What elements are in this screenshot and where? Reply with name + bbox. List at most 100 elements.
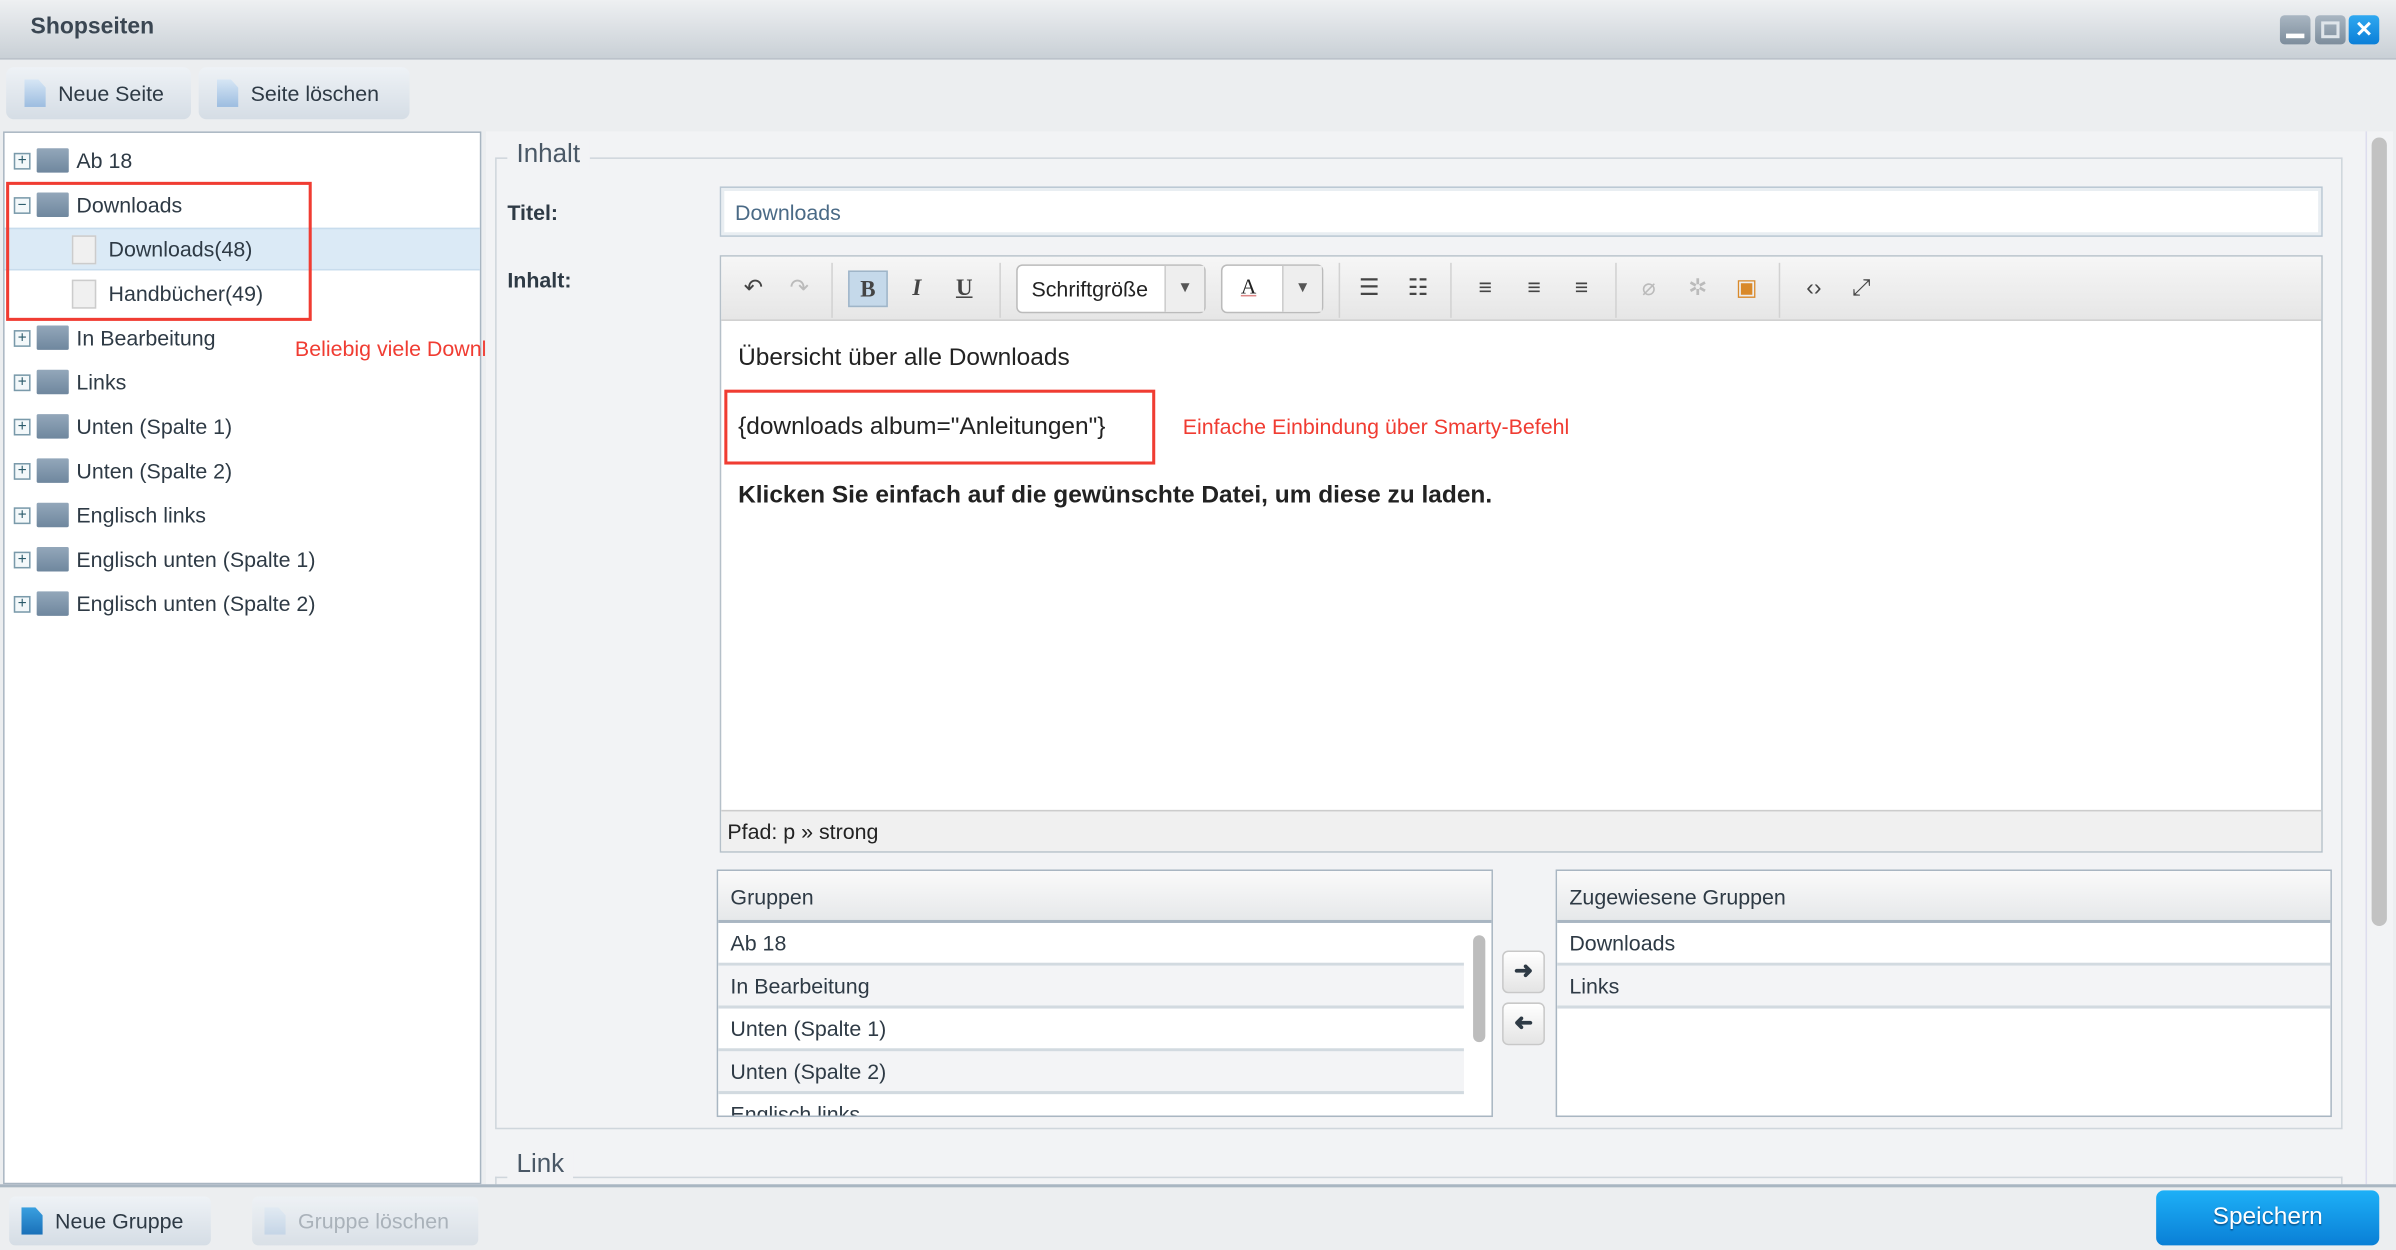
group-item[interactable]: In Bearbeitung xyxy=(718,965,1464,1009)
group-item[interactable]: Unten (Spalte 2) xyxy=(718,1051,1464,1095)
font-size-select[interactable]: Schriftgröße ▼ xyxy=(1016,264,1206,314)
content-line-1: Übersicht über alle Downloads xyxy=(738,345,1070,372)
group-item[interactable]: Unten (Spalte 1) xyxy=(718,1009,1464,1052)
groups-header: Gruppen xyxy=(718,871,1492,923)
folder-icon xyxy=(36,325,69,350)
source-code-icon[interactable]: ‹› xyxy=(1794,270,1834,307)
close-button[interactable]: ✕ xyxy=(2348,15,2380,45)
new-page-label: Neue Seite xyxy=(58,80,164,106)
delete-group-icon xyxy=(264,1207,286,1235)
redo-icon[interactable]: ↷ xyxy=(779,270,819,307)
font-color-select[interactable]: A ▼ xyxy=(1220,264,1324,314)
expand-icon[interactable]: + xyxy=(13,373,31,391)
assigned-group-item[interactable]: Links xyxy=(1557,965,2331,1009)
tree-label: Englisch unten (Spalte 1) xyxy=(76,547,316,572)
new-group-icon xyxy=(21,1207,43,1235)
annotation-smarty: Einfache Einbindung über Smarty-Befehl xyxy=(1182,414,1570,439)
underline-icon[interactable]: U xyxy=(944,270,984,307)
groups-list: Gruppen Ab 18 In Bearbeitung Unten (Spal… xyxy=(716,869,1493,1118)
expand-icon[interactable]: + xyxy=(13,417,31,435)
group-item[interactable]: Englisch links xyxy=(718,1094,1464,1116)
align-right-icon[interactable]: ≡ xyxy=(1562,270,1602,307)
align-left-icon[interactable]: ≡ xyxy=(1465,270,1505,307)
chevron-down-icon: ▼ xyxy=(1282,265,1322,312)
maximize-button[interactable] xyxy=(2315,15,2346,45)
title-bar: Shopseiten ✕ xyxy=(0,0,2396,60)
tree-item-englisch-unten-1[interactable]: + Englisch unten (Spalte 1) xyxy=(5,538,480,581)
tree-label: Links xyxy=(76,369,127,395)
image-icon[interactable]: ▣ xyxy=(1727,270,1767,307)
folder-icon xyxy=(36,414,69,439)
folder-icon xyxy=(36,502,69,528)
chevron-down-icon: ▼ xyxy=(1164,265,1205,312)
delete-page-label: Seite löschen xyxy=(250,80,380,106)
undo-icon[interactable]: ↶ xyxy=(733,270,773,307)
numbered-list-icon[interactable]: ☷ xyxy=(1398,270,1438,307)
align-center-icon[interactable]: ≡ xyxy=(1514,270,1554,307)
groups-scrollbar[interactable] xyxy=(1473,935,1486,1043)
expand-icon[interactable]: + xyxy=(13,595,31,613)
font-size-label: Schriftgröße xyxy=(1031,276,1148,302)
tree-label: Ab 18 xyxy=(76,148,133,173)
tree-item-unten-2[interactable]: + Unten (Spalte 2) xyxy=(5,449,480,492)
delete-page-icon xyxy=(216,79,239,107)
new-page-button[interactable]: Neue Seite xyxy=(6,67,192,120)
delete-page-button[interactable]: Seite löschen xyxy=(198,67,410,120)
footer-bar: Neue Gruppe Gruppe löschen Speichern xyxy=(0,1184,2396,1250)
italic-icon[interactable]: I xyxy=(897,270,937,307)
vertical-scrollbar[interactable] xyxy=(2365,131,2394,1185)
delete-group-label: Gruppe löschen xyxy=(297,1208,450,1234)
folder-icon xyxy=(36,547,69,572)
titel-input[interactable] xyxy=(719,186,2323,237)
titel-label: Titel: xyxy=(507,200,559,225)
fullscreen-icon[interactable]: ⤢ xyxy=(1841,270,1881,307)
editor-path-bar: Pfad: p » strong xyxy=(721,809,2322,852)
tree-item-englisch-links[interactable]: + Englisch links xyxy=(5,494,480,537)
expand-icon[interactable]: + xyxy=(13,506,31,524)
inhalt-legend: Inhalt xyxy=(507,139,590,170)
folder-icon xyxy=(36,148,69,173)
link-icon[interactable]: ⌀ xyxy=(1629,270,1669,307)
expand-icon[interactable]: + xyxy=(13,550,31,568)
tree-label: Englisch unten (Spalte 2) xyxy=(76,591,316,616)
remove-group-arrow-button[interactable]: ➜ xyxy=(1502,1002,1545,1046)
minimize-button[interactable] xyxy=(2279,15,2311,45)
highlight-box-tree xyxy=(6,181,312,321)
tree-item-englisch-unten-2[interactable]: + Englisch unten (Spalte 2) xyxy=(5,582,480,625)
expand-icon[interactable]: + xyxy=(13,462,31,480)
tree-label: Unten (Spalte 1) xyxy=(76,414,233,439)
assigned-groups-header: Zugewiesene Gruppen xyxy=(1557,871,2331,923)
bullet-list-icon[interactable]: ☰ xyxy=(1349,270,1389,307)
tree-label: In Bearbeitung xyxy=(76,325,216,350)
inhalt-label: Inhalt: xyxy=(507,267,572,292)
assigned-groups-list: Zugewiesene Gruppen Downloads Links xyxy=(1555,869,2332,1118)
window-title: Shopseiten xyxy=(30,13,155,40)
folder-icon xyxy=(36,591,69,616)
tree-label: Unten (Spalte 2) xyxy=(76,458,233,483)
new-group-label: Neue Gruppe xyxy=(55,1208,184,1234)
add-group-arrow-button[interactable]: ➜ xyxy=(1502,950,1545,994)
delete-group-button[interactable]: Gruppe löschen xyxy=(252,1196,479,1246)
tree-item-unten-1[interactable]: + Unten (Spalte 1) xyxy=(5,405,480,448)
bold-icon[interactable]: B xyxy=(848,270,888,308)
expand-icon[interactable]: + xyxy=(13,152,31,169)
rich-text-editor: ↶ ↷ B I U Schriftgröße ▼ A ▼ ☰ ☷ ≡ ≡ ≡ ⌀ ✲… xyxy=(719,255,2323,853)
scrollbar-thumb[interactable] xyxy=(2371,137,2387,927)
font-color-icon: A xyxy=(1240,276,1257,300)
tree-item-ab18[interactable]: + Ab 18 xyxy=(5,139,480,182)
expand-icon[interactable]: + xyxy=(13,329,31,347)
assigned-group-item[interactable]: Downloads xyxy=(1557,923,2331,966)
link-legend: Link xyxy=(507,1149,574,1180)
folder-icon xyxy=(36,369,69,395)
highlight-box-smarty xyxy=(724,389,1156,465)
new-page-icon xyxy=(24,79,46,107)
new-group-button[interactable]: Neue Gruppe xyxy=(9,1196,211,1246)
content-line-3: Klicken Sie einfach auf die gewünschte D… xyxy=(738,482,1493,509)
folder-icon xyxy=(36,458,69,483)
tree-label: Englisch links xyxy=(76,502,207,528)
save-button[interactable]: Speichern xyxy=(2156,1190,2380,1246)
editor-toolbar: ↶ ↷ B I U Schriftgröße ▼ A ▼ ☰ ☷ ≡ ≡ ≡ ⌀ ✲… xyxy=(721,256,2322,321)
tree-item-links[interactable]: + Links xyxy=(5,361,480,404)
group-item[interactable]: Ab 18 xyxy=(718,923,1464,966)
unlink-icon[interactable]: ✲ xyxy=(1678,270,1718,307)
